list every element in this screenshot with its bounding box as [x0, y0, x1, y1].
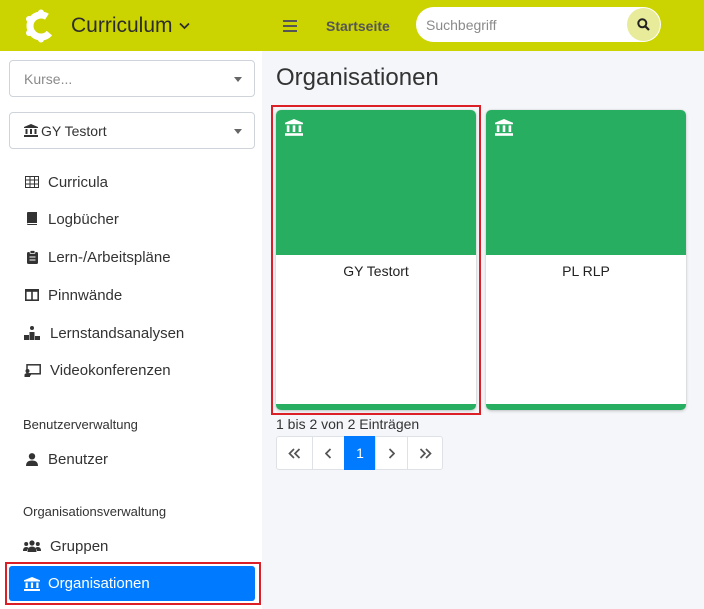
- columns-icon: [22, 289, 42, 301]
- curriculum-logo-icon: [26, 9, 56, 42]
- users-icon: [22, 540, 42, 552]
- search-input[interactable]: [426, 16, 616, 33]
- course-select[interactable]: Kurse...: [9, 60, 255, 97]
- organization-select[interactable]: GY Testort: [9, 112, 255, 149]
- sidebar-item-gruppen[interactable]: Gruppen: [9, 528, 255, 564]
- menu-toggle-icon[interactable]: [283, 19, 297, 32]
- sidebar-item-arbeitsplaene[interactable]: Lern-/Arbeitspläne: [9, 239, 255, 275]
- sidebar-item-label: Lernstandsanalysen: [50, 324, 185, 342]
- pagination: 1: [276, 436, 443, 470]
- entries-info: 1 bis 2 von 2 Einträgen: [276, 416, 420, 432]
- section-header-benutzerverwaltung: Benutzerverwaltung: [23, 417, 138, 432]
- card-header: [486, 110, 686, 255]
- app-title: Curriculum: [71, 13, 173, 37]
- chalkboard-icon: [22, 363, 42, 377]
- caret-down-icon: [234, 77, 242, 82]
- double-chevron-right-icon: [419, 447, 432, 459]
- highlight-box-card: [271, 105, 481, 415]
- organization-select-value: GY Testort: [41, 122, 107, 139]
- sidebar-item-curricula[interactable]: Curricula: [9, 164, 255, 200]
- sidebar: Kurse... GY Testort Curricula Logbücher …: [0, 51, 262, 609]
- next-page-button[interactable]: [375, 436, 408, 470]
- card-footer-bar: [486, 404, 686, 410]
- card-title: PL RLP: [562, 263, 610, 279]
- sidebar-item-label: Curricula: [48, 173, 109, 191]
- sidebar-item-pinnwaende[interactable]: Pinnwände: [9, 277, 255, 313]
- highlight-box-sidebar: [5, 562, 261, 605]
- book-icon: [22, 212, 42, 226]
- sidebar-item-logbuecher[interactable]: Logbücher: [9, 201, 255, 237]
- sidebar-item-label: Videokonferenzen: [50, 361, 171, 379]
- institution-icon: [24, 124, 38, 137]
- search-bar: [416, 7, 661, 42]
- sidebar-item-label: Pinnwände: [48, 286, 123, 304]
- clipboard-icon: [22, 250, 42, 264]
- page-number-button[interactable]: 1: [344, 436, 376, 470]
- page-title: Organisationen: [276, 64, 439, 91]
- double-chevron-left-icon: [288, 447, 301, 459]
- podium-icon: [22, 326, 42, 340]
- chevron-left-icon: [325, 447, 332, 459]
- institution-icon: [495, 119, 513, 136]
- caret-down-icon: [234, 129, 242, 134]
- first-page-button[interactable]: [276, 436, 313, 470]
- previous-page-button[interactable]: [312, 436, 345, 470]
- course-select-placeholder: Kurse...: [24, 70, 73, 87]
- search-icon: [637, 18, 650, 31]
- brand-header[interactable]: Curriculum: [0, 0, 262, 51]
- sidebar-item-benutzer[interactable]: Benutzer: [9, 441, 255, 477]
- last-page-button[interactable]: [407, 436, 443, 470]
- table-icon: [22, 176, 42, 188]
- sidebar-item-label: Benutzer: [48, 450, 109, 468]
- sidebar-item-label: Gruppen: [50, 537, 109, 555]
- sidebar-item-lernstandsanalysen[interactable]: Lernstandsanalysen: [9, 315, 255, 351]
- nav-home-link[interactable]: Startseite: [326, 18, 390, 34]
- sidebar-item-label: Logbücher: [48, 210, 119, 228]
- chevron-right-icon: [388, 447, 395, 459]
- section-header-organisationsverwaltung: Organisationsverwaltung: [23, 504, 167, 519]
- organization-card[interactable]: PL RLP: [486, 110, 686, 410]
- top-navbar: Startseite: [262, 0, 704, 51]
- search-button[interactable]: [627, 8, 660, 41]
- sidebar-item-label: Lern-/Arbeitspläne: [48, 248, 171, 266]
- user-icon: [22, 452, 42, 466]
- sidebar-item-videokonferenzen[interactable]: Videokonferenzen: [9, 352, 255, 388]
- chevron-down-icon[interactable]: [178, 19, 190, 33]
